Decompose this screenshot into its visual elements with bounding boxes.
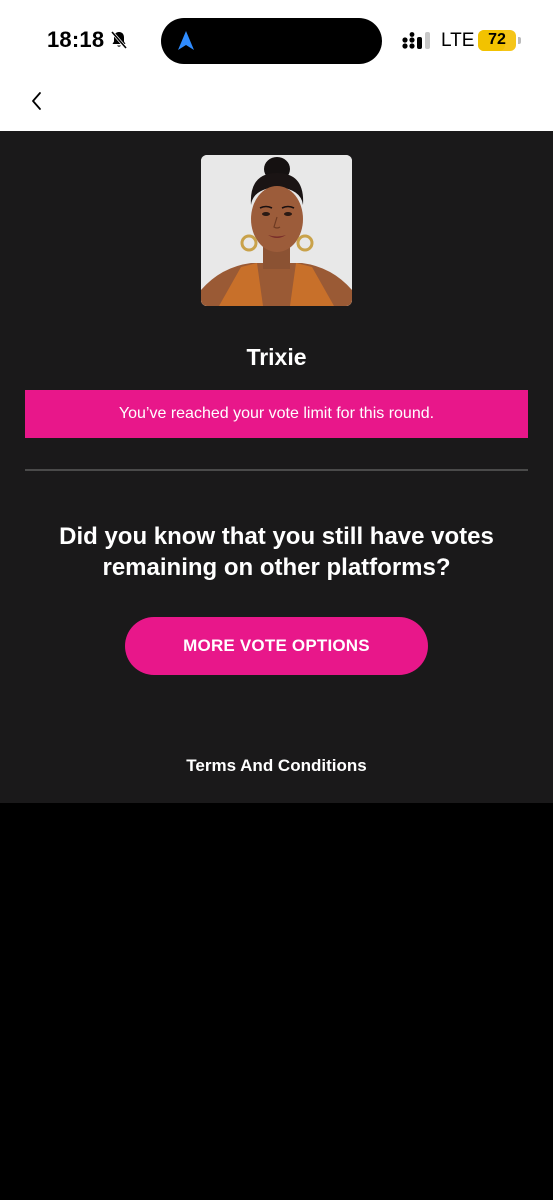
status-time: 18:18 — [47, 27, 105, 52]
battery-percent: 72 — [488, 31, 506, 48]
signal-icon — [402, 32, 430, 49]
vote-limit-message: You’ve reached your vote limit for this … — [118, 405, 435, 422]
chevron-left-icon[interactable] — [22, 86, 52, 116]
vote-limit-alert: You’ve reached your vote limit for this … — [25, 390, 528, 438]
battery-cap — [518, 37, 521, 44]
status-bar: 18:18 LTE 72 — [0, 0, 553, 78]
top-nav — [0, 78, 553, 131]
more-vote-options-button[interactable]: MORE VOTE OPTIONS — [125, 617, 428, 675]
other-platforms-question: Did you know that you still have votes r… — [59, 523, 494, 581]
bell-muted-icon — [110, 31, 128, 49]
contestant-portrait — [201, 155, 352, 306]
contestant-name: Trixie — [246, 344, 307, 370]
terms-and-conditions-link[interactable]: Terms And Conditions — [0, 756, 553, 776]
battery-icon: 72 — [478, 30, 516, 51]
network-label: LTE — [441, 30, 475, 51]
navigation-arrow-icon — [178, 31, 194, 50]
vote-panel: Trixie You’ve reached your vote limit fo… — [0, 131, 553, 803]
contestant-photo — [201, 155, 352, 306]
divider — [25, 469, 528, 471]
dynamic-island — [161, 18, 382, 64]
more-vote-options-label: MORE VOTE OPTIONS — [183, 636, 370, 655]
